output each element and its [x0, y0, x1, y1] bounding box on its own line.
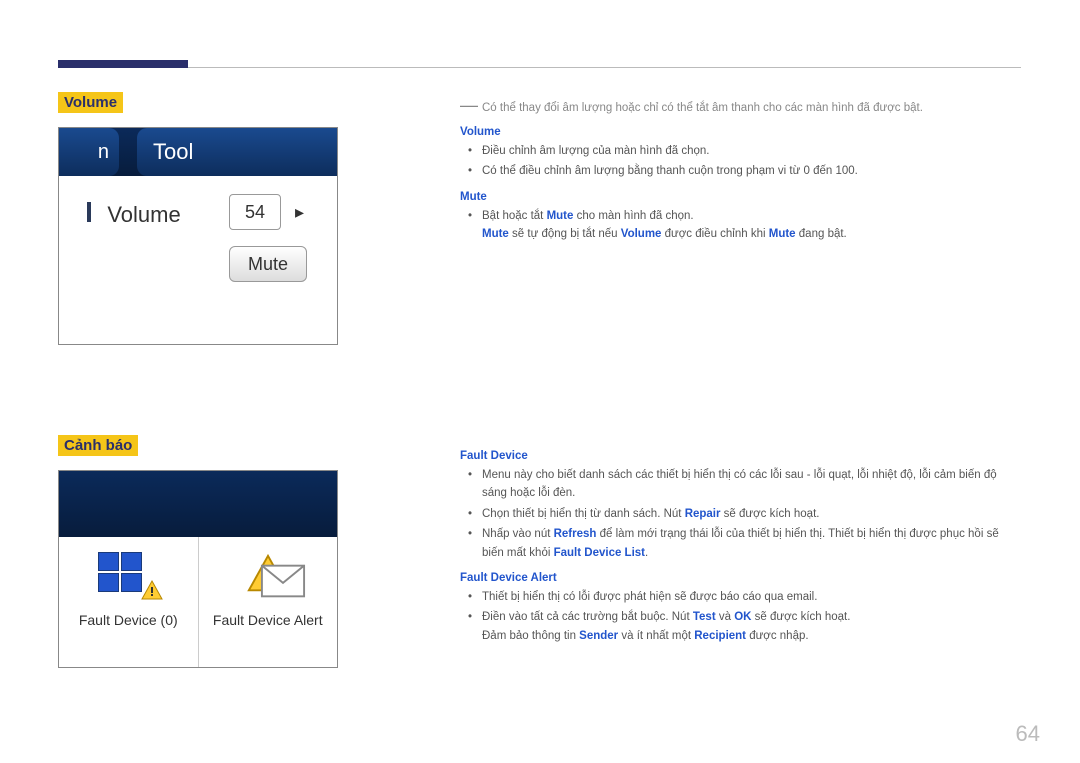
- volume-label: Volume: [89, 202, 181, 228]
- header-accent-bar: [58, 60, 188, 68]
- figure-tab-partial: n: [59, 128, 119, 176]
- fault-device-icon: [59, 549, 198, 605]
- figure-body: Volume 54 ▸ Mute: [59, 176, 337, 345]
- mute-button-figure: Mute: [229, 246, 307, 282]
- section1-intro: ― Có thể thay đổi âm lượng hoặc chỉ có th…: [460, 95, 1020, 116]
- subhead-fault-device-alert: Fault Device Alert: [460, 572, 1020, 584]
- warning-badge-icon: [140, 579, 164, 606]
- volume-value-box: 54: [229, 194, 281, 230]
- mute-bullets: Bật hoặc tắt Mute cho màn hình đã chọn. …: [460, 207, 1020, 244]
- section-title-alert: Cảnh báo: [58, 435, 138, 456]
- list-item: Thiết bị hiển thị có lỗi được phát hiện …: [482, 588, 1020, 606]
- dash-icon: ―: [460, 95, 478, 115]
- subhead-volume: Volume: [460, 126, 1020, 138]
- list-item: Bật hoặc tắt Mute cho màn hình đã chọn. …: [482, 207, 1020, 244]
- list-item: Menu này cho biết danh sách các thiết bị…: [482, 466, 1020, 503]
- cell-label-fault-device-alert: Fault Device Alert: [199, 611, 338, 629]
- fault-device-bullets: Menu này cho biết danh sách các thiết bị…: [460, 466, 1020, 562]
- figure-tabbar: n Tool: [59, 128, 337, 176]
- header-rule: [188, 67, 1021, 68]
- right-column-section1: ― Có thể thay đổi âm lượng hoặc chỉ có th…: [460, 95, 1020, 246]
- left-column: Volume n Tool Volume 54 ▸ Mute Cảnh báo: [58, 92, 338, 668]
- intro-text: Có thể thay đổi âm lượng hoặc chỉ có thể…: [482, 102, 923, 114]
- list-item: Nhấp vào nút Refresh để làm mới trạng th…: [482, 525, 1020, 562]
- fault-device-alert-bullets: Thiết bị hiển thị có lỗi được phát hiện …: [460, 588, 1020, 645]
- cell-label-fault-device: Fault Device (0): [59, 611, 198, 629]
- list-item: Chọn thiết bị hiển thị từ danh sách. Nút…: [482, 505, 1020, 523]
- list-item: Điều chỉnh âm lượng của màn hình đã chọn…: [482, 142, 1020, 160]
- subhead-mute: Mute: [460, 191, 1020, 203]
- figure-top-bar: [59, 471, 337, 537]
- volume-increment-arrow: ▸: [295, 202, 304, 223]
- figure-tab-tool: Tool: [137, 128, 337, 176]
- right-column-section2: Fault Device Menu này cho biết danh sách…: [460, 450, 1020, 647]
- grid-icon: [98, 552, 142, 592]
- list-item: Điền vào tất cả các trường bắt buộc. Nút…: [482, 608, 1020, 645]
- page-number: 64: [1016, 721, 1040, 747]
- list-item: Có thể điều chỉnh âm lượng bằng thanh cu…: [482, 162, 1020, 180]
- figure-cells: Fault Device (0): [59, 537, 337, 668]
- volume-panel-figure: n Tool Volume 54 ▸ Mute: [58, 127, 338, 345]
- alert-panel-figure: Fault Device (0): [58, 470, 338, 668]
- fault-device-alert-icon: [199, 549, 338, 605]
- envelope-icon: [260, 561, 306, 604]
- cell-fault-device-alert: Fault Device Alert: [199, 537, 338, 668]
- cell-fault-device: Fault Device (0): [59, 537, 199, 668]
- section-title-volume: Volume: [58, 92, 123, 113]
- subhead-fault-device: Fault Device: [460, 450, 1020, 462]
- volume-bullets: Điều chỉnh âm lượng của màn hình đã chọn…: [460, 142, 1020, 181]
